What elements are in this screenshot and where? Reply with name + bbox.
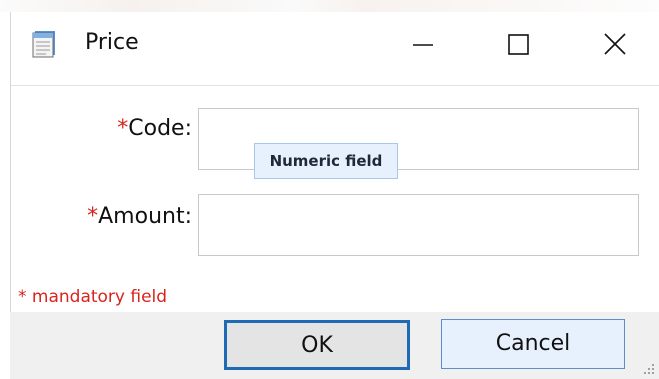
required-marker: * [117, 116, 129, 141]
title-bar[interactable]: Price [11, 12, 659, 78]
amount-label-text: Amount: [98, 204, 192, 229]
required-marker: * [87, 204, 99, 229]
minimize-button[interactable] [401, 24, 445, 64]
amount-input[interactable] [198, 194, 639, 256]
ok-button[interactable]: OK [224, 320, 410, 370]
code-label-text: Code: [128, 116, 192, 141]
code-label: *Code: [92, 116, 192, 141]
minimize-icon [413, 44, 433, 46]
window-title: Price [85, 30, 139, 55]
notepad-icon [29, 28, 59, 58]
mandatory-note: * mandatory field [18, 287, 168, 307]
close-button[interactable] [593, 24, 637, 64]
close-icon [604, 33, 626, 55]
resize-grip-icon[interactable] [640, 360, 656, 376]
cancel-button[interactable]: Cancel [441, 319, 625, 369]
numeric-field-tooltip: Numeric field [254, 143, 398, 179]
background-strip [0, 0, 659, 12]
amount-label: *Amount: [55, 204, 192, 229]
title-divider [11, 85, 659, 86]
maximize-icon [508, 34, 529, 55]
maximize-button[interactable] [497, 24, 541, 64]
